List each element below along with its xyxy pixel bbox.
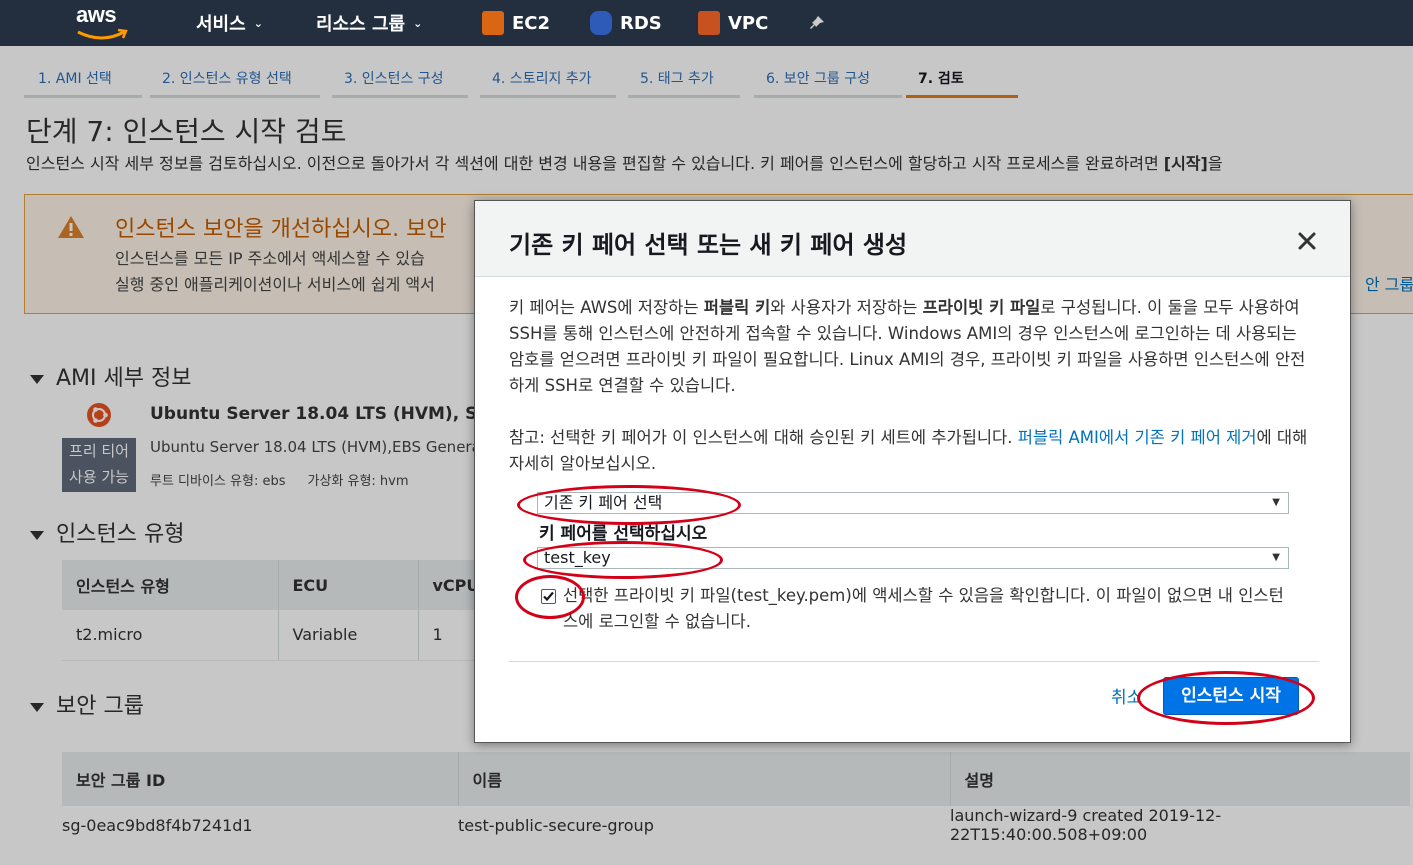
- annotation-circle: [523, 541, 723, 579]
- nav-rds-shortcut[interactable]: RDS: [590, 0, 662, 46]
- key-pair-dialog: 기존 키 페어 선택 또는 새 키 페어 생성 키 페어는 AWS에 저장하는 …: [474, 200, 1351, 743]
- smile-arrow-icon: [77, 28, 128, 40]
- chevron-down-icon: ⌄: [253, 16, 263, 30]
- nav-ec2-shortcut[interactable]: EC2: [482, 0, 550, 46]
- annotation-circle: [1137, 671, 1315, 725]
- dialog-divider: [509, 661, 1319, 662]
- chevron-down-icon: ⌄: [413, 16, 423, 30]
- top-navbar: aws 서비스 ⌄ 리소스 그룹 ⌄ EC2 RDS VPC: [0, 0, 1413, 46]
- rds-icon: [590, 11, 612, 35]
- vpc-icon: [698, 11, 720, 35]
- dialog-title: 기존 키 페어 선택 또는 새 키 페어 생성: [509, 231, 908, 259]
- dropdown-arrow-icon: ▼: [1272, 497, 1280, 508]
- nav-services-menu[interactable]: 서비스 ⌄: [196, 0, 263, 46]
- remove-key-pair-link[interactable]: 퍼블릭 AMI에서 기존 키 페어 제거: [1018, 428, 1257, 447]
- nav-vpc-shortcut[interactable]: VPC: [698, 0, 768, 46]
- ec2-icon: [482, 11, 504, 35]
- annotation-circle: [517, 485, 741, 525]
- close-icon[interactable]: [1295, 229, 1319, 253]
- dialog-note: 참고: 선택한 키 페어가 이 인스턴스에 대해 승인된 키 세트에 추가됩니다…: [509, 428, 1308, 473]
- nav-resource-groups-menu[interactable]: 리소스 그룹 ⌄: [316, 0, 422, 46]
- dialog-header: 기존 키 페어 선택 또는 새 키 페어 생성: [475, 201, 1350, 277]
- annotation-circle: [515, 575, 585, 619]
- dialog-description: 키 페어는 AWS에 저장하는 퍼블릭 키와 사용자가 저장하는 프라이빗 키 …: [509, 298, 1306, 395]
- aws-logo[interactable]: aws: [76, 2, 132, 42]
- dropdown-arrow-icon: ▼: [1272, 552, 1280, 563]
- acknowledge-text: 선택한 프라이빗 키 파일(test_key.pem)에 액세스할 수 있음을 …: [563, 586, 1284, 631]
- pin-icon[interactable]: [808, 0, 826, 46]
